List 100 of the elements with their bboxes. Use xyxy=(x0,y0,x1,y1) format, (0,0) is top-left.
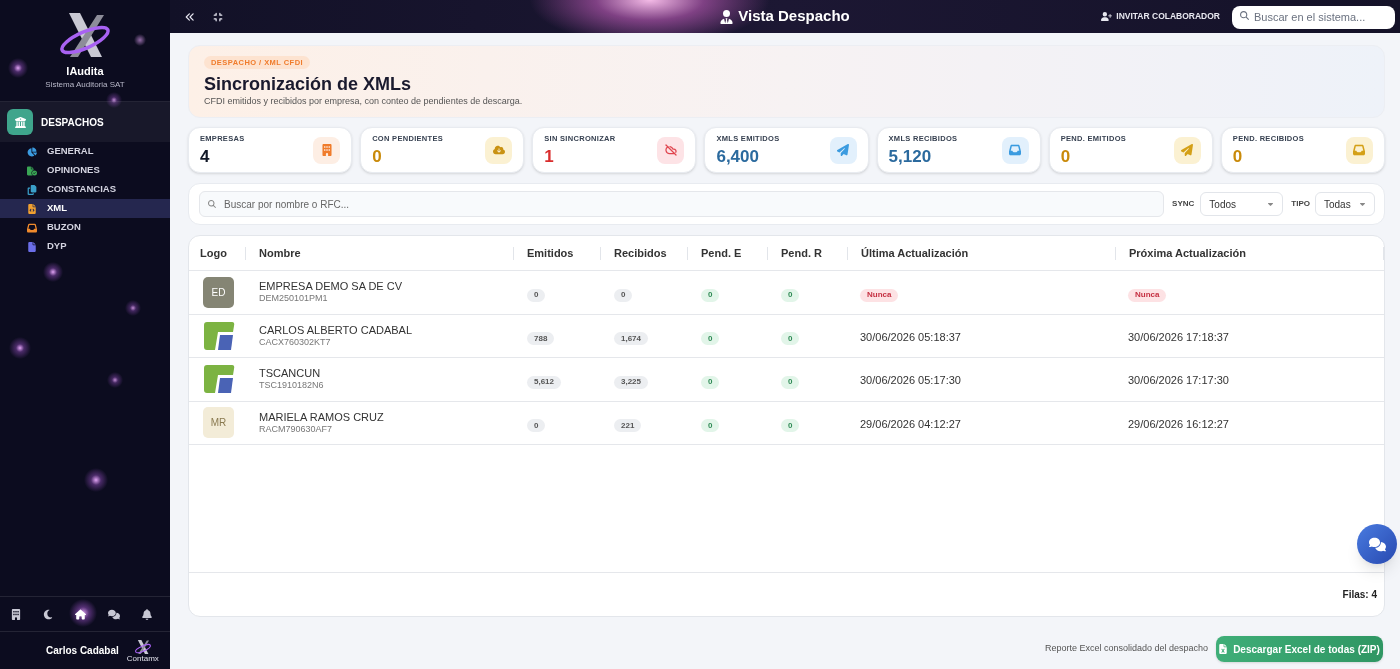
double-chevron-left-icon[interactable] xyxy=(185,11,195,22)
user-name: Carlos Cadabal xyxy=(46,644,119,658)
logo-icon xyxy=(57,10,113,60)
search-icon xyxy=(1240,11,1249,21)
date-text: 29/06/2026 04:12:27 xyxy=(860,417,961,430)
status-badge: Nunca xyxy=(1128,288,1167,302)
date-text: 29/06/2026 16:12:27 xyxy=(1128,417,1229,430)
file-icon xyxy=(27,241,37,252)
column-header: Emitidos xyxy=(527,245,574,261)
nav-item[interactable]: GENERAL xyxy=(0,142,170,161)
cloud-off-icon xyxy=(657,136,685,164)
date-text: 30/06/2026 17:18:37 xyxy=(1128,330,1229,343)
column-header: Pend. R xyxy=(781,245,822,261)
company-name: CARLOS ALBERTO CADABAL xyxy=(259,323,414,337)
file-code-icon xyxy=(27,203,37,214)
section-header[interactable]: DESPACHOS xyxy=(0,102,170,142)
home-icon[interactable] xyxy=(75,608,86,620)
table-row[interactable]: ED EMPRESA DEMO SA DE CV DEM250101PM1 0 0 0 0 Nunca Nunca xyxy=(189,271,1384,315)
stat-value: 0 xyxy=(372,148,383,166)
column-header: Nombre xyxy=(259,245,301,261)
brand-subtitle: Sistema Auditoria SAT xyxy=(45,81,125,89)
brand-name: IAudita xyxy=(66,66,104,77)
stat-value: 4 xyxy=(200,148,211,166)
user-icon xyxy=(720,9,734,24)
column-header: Logo xyxy=(200,245,227,261)
cloud-download-icon xyxy=(485,136,513,164)
paper-plane-icon xyxy=(1173,136,1201,164)
stat-value: 5,120 xyxy=(888,148,933,166)
nav-item[interactable]: BUZON xyxy=(0,218,170,237)
column-header: Pend. E xyxy=(701,245,742,261)
initials-avatar: ED xyxy=(203,276,234,308)
brand-logo-icon xyxy=(132,638,153,655)
company-name: MARIELA RAMOS CRUZ xyxy=(259,410,385,424)
count-badge: 0 xyxy=(701,332,720,346)
table-row[interactable]: MR MARIELA RAMOS CRUZ RACM790630AF7 0 221 0 0 29/06/2026 04:12:27 29/06/2026 16:12:27 xyxy=(189,401,1384,445)
date-text: 30/06/2026 05:17:30 xyxy=(860,374,961,387)
count-badge: 0 xyxy=(614,288,633,302)
invite-button[interactable]: INVITAR COLABORADOR xyxy=(1101,10,1220,23)
stat-value: 6,400 xyxy=(716,148,760,166)
count-badge: 0 xyxy=(781,332,800,346)
sync-label: SYNC xyxy=(1172,198,1195,210)
initials-avatar: MR xyxy=(203,407,234,439)
column-header: Última Actualización xyxy=(861,245,969,261)
pie-chart-icon xyxy=(27,146,37,157)
count-badge: 5,612 xyxy=(527,375,562,389)
company-rfc: CACX760302KT7 xyxy=(259,336,332,348)
search-field[interactable]: Buscar por nombre o RFC... xyxy=(199,191,1165,218)
files-icon xyxy=(27,184,37,195)
count-badge: 0 xyxy=(701,288,720,302)
search-field[interactable]: Buscar en el sistema... xyxy=(1232,5,1395,29)
stat-value: 1 xyxy=(544,148,555,166)
type-label: TIPO xyxy=(1291,198,1310,210)
table-row[interactable]: CARLOS ALBERTO CADABAL CACX760302KT7 788 1,674 0 0 30/06/2026 05:18:37 30/06/2026 17:18:37 xyxy=(189,314,1384,358)
search-icon xyxy=(208,199,216,208)
moon-icon[interactable] xyxy=(43,608,53,620)
column-header: Recibidos xyxy=(614,245,667,261)
nav-item[interactable]: CONSTANCIAS xyxy=(0,180,170,199)
nav-item[interactable]: XML xyxy=(0,199,170,218)
count-badge: 0 xyxy=(527,288,546,302)
date-text: 30/06/2026 17:17:30 xyxy=(1128,374,1229,387)
count-badge: 0 xyxy=(781,288,800,302)
company-rfc: RACM790630AF7 xyxy=(259,423,334,435)
nav-item[interactable]: DYP xyxy=(0,237,170,256)
count-badge: 1,674 xyxy=(614,332,649,346)
chat-icon[interactable] xyxy=(108,608,120,620)
status-badge: Nunca xyxy=(860,288,899,302)
report-note: Reporte Excel consolidado del despacho xyxy=(1044,642,1208,656)
column-header: Próxima Actualización xyxy=(1129,245,1246,261)
nav-item[interactable]: OPINIONES xyxy=(0,161,170,180)
company-name: EMPRESA DEMO SA DE CV xyxy=(259,280,404,294)
count-badge: 0 xyxy=(527,419,546,433)
page-title: Vista Despacho xyxy=(738,6,850,27)
row-count: Filas: 4 xyxy=(1342,588,1377,602)
count-badge: 0 xyxy=(701,375,720,389)
type-select[interactable]: Todas xyxy=(1315,192,1375,216)
count-badge: 0 xyxy=(701,419,720,433)
chat-button[interactable] xyxy=(1357,524,1397,564)
table-row[interactable]: TSCANCUN TSC1910182N6 5,612 3,225 0 0 30/06/2026 05:17:30 30/06/2026 17:17:30 xyxy=(189,358,1384,402)
sync-select[interactable]: Todos xyxy=(1200,192,1284,216)
brand-logo-caption: Contamx xyxy=(126,654,159,663)
inbox-icon xyxy=(27,222,37,233)
company-rfc: TSC1910182N6 xyxy=(259,380,325,392)
compress-icon[interactable] xyxy=(213,11,223,22)
company-logo-icon xyxy=(203,319,235,352)
count-badge: 788 xyxy=(527,332,555,346)
bell-icon[interactable] xyxy=(142,608,152,620)
inbox-icon xyxy=(1001,136,1029,164)
building-icon xyxy=(313,136,341,164)
count-badge: 3,225 xyxy=(614,375,649,389)
bank-icon xyxy=(7,109,33,135)
stat-value: 0 xyxy=(1060,148,1072,166)
stat-value: 0 xyxy=(1232,148,1244,166)
excel-file-icon xyxy=(1219,644,1228,654)
company-rfc: DEM250101PM1 xyxy=(259,293,329,305)
count-badge: 221 xyxy=(614,419,642,433)
date-text: 30/06/2026 05:18:37 xyxy=(860,330,961,343)
chat-icon xyxy=(1368,536,1386,552)
company-name: TSCANCUN xyxy=(259,367,322,381)
caret-icon xyxy=(1359,200,1366,208)
building-icon[interactable] xyxy=(11,608,21,620)
